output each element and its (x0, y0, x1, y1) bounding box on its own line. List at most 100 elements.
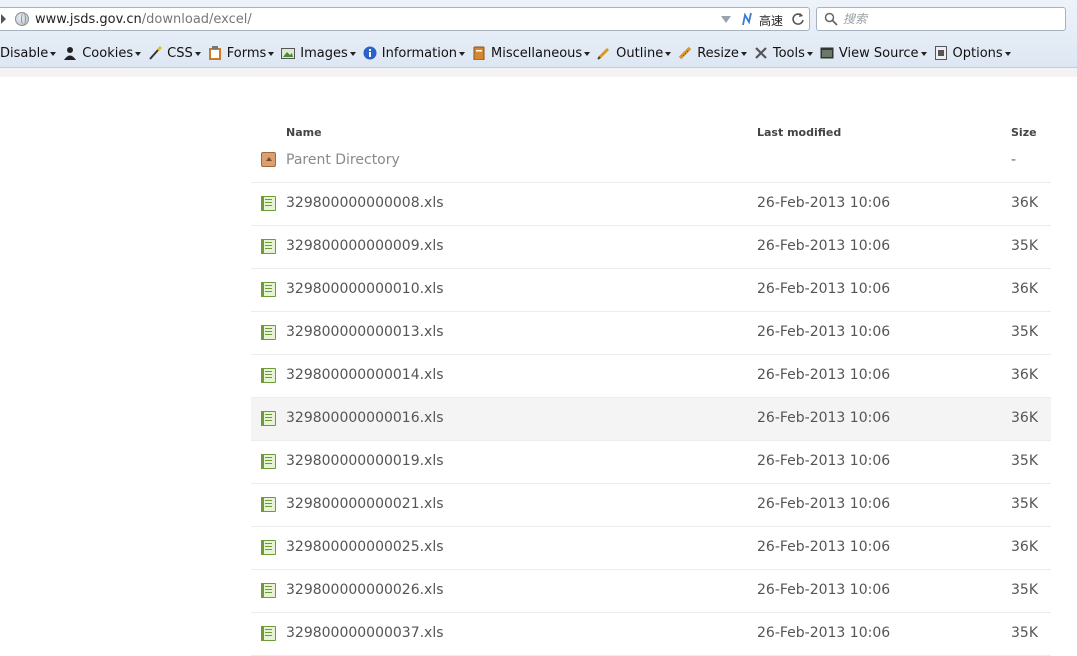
back-arrow-icon[interactable] (1, 14, 6, 24)
tools-icon (755, 47, 767, 59)
web-developer-toolbar: Disable Cookies CSS Forms Images Informa… (0, 42, 1018, 64)
search-icon (824, 12, 838, 26)
file-link[interactable]: 329800000000008.xls (286, 195, 444, 211)
file-modified: 26-Feb-2013 10:06 (757, 539, 891, 555)
file-size: 36K (1011, 195, 1038, 211)
file-modified: 26-Feb-2013 10:06 (757, 453, 891, 469)
address-url[interactable]: www.jsds.gov.cn/download/excel/ (35, 12, 252, 27)
toolbar-cookies[interactable]: Cookies (63, 45, 142, 61)
dropdown-arrow-icon (1004, 52, 1011, 56)
pencil-icon (597, 47, 610, 60)
file-row[interactable]: 329800000000008.xls 26-Feb-2013 10:06 36… (251, 183, 1051, 226)
file-link[interactable]: 329800000000037.xls (286, 625, 444, 641)
file-link[interactable]: 329800000000026.xls (286, 582, 444, 598)
toolbar-resize-label: Resize (697, 45, 739, 61)
spreadsheet-file-icon (261, 325, 276, 340)
reload-icon[interactable] (791, 12, 805, 26)
toolbar-tools[interactable]: Tools (754, 46, 813, 61)
toolbar-css-label: CSS (167, 45, 193, 61)
file-row[interactable]: 329800000000009.xls 26-Feb-2013 10:06 35… (251, 226, 1051, 269)
search-input[interactable] (843, 10, 1058, 28)
file-link[interactable]: 329800000000025.xls (286, 539, 444, 555)
spreadsheet-file-icon (261, 239, 276, 254)
parent-directory-row[interactable]: Parent Directory - (251, 148, 1051, 183)
file-modified: 26-Feb-2013 10:06 (757, 496, 891, 512)
dropdown-arrow-icon (135, 52, 142, 56)
file-link[interactable]: 329800000000016.xls (286, 410, 444, 426)
toolbar-options[interactable]: Options (934, 46, 1011, 61)
file-row[interactable]: 329800000000026.xls 26-Feb-2013 10:06 35… (251, 570, 1051, 613)
options-icon (934, 46, 947, 60)
file-modified: 26-Feb-2013 10:06 (757, 195, 891, 211)
toolbar-view-source[interactable]: View Source (820, 46, 927, 61)
image-icon (281, 48, 296, 59)
file-link[interactable]: 329800000000014.xls (286, 367, 444, 383)
misc-icon (473, 46, 485, 60)
file-link[interactable]: 329800000000019.xls (286, 453, 444, 469)
spreadsheet-file-icon (261, 454, 276, 469)
folder-up-icon (261, 152, 276, 167)
toolbar-miscellaneous[interactable]: Miscellaneous (472, 46, 591, 61)
dropdown-arrow-icon (584, 52, 591, 56)
spreadsheet-file-icon (261, 540, 276, 555)
globe-icon (15, 12, 29, 26)
file-row[interactable]: 329800000000010.xls 26-Feb-2013 10:06 36… (251, 269, 1051, 312)
spreadsheet-file-icon (261, 368, 276, 383)
toolbar-outline[interactable]: Outline (597, 45, 672, 61)
file-size: 36K (1011, 410, 1038, 426)
file-link[interactable]: 329800000000021.xls (286, 496, 444, 512)
file-modified: 26-Feb-2013 10:06 (757, 410, 891, 426)
toolbar-forms-label: Forms (226, 45, 267, 61)
column-modified-header[interactable]: Last modified (757, 126, 841, 139)
file-row-hovered[interactable]: 329800000000016.xls 26-Feb-2013 10:06 36… (251, 398, 1051, 441)
spreadsheet-file-icon (261, 626, 276, 641)
dropdown-arrow-icon (50, 52, 57, 56)
toolbar-css[interactable]: CSS (148, 46, 201, 61)
toolbar-outline-label: Outline (616, 45, 664, 61)
source-icon (820, 47, 834, 59)
ruler-icon (678, 46, 692, 60)
file-row[interactable]: 329800000000021.xls 26-Feb-2013 10:06 35… (251, 484, 1051, 527)
toolbar-images-label: Images (300, 45, 348, 61)
toolbar-forms[interactable]: Forms (208, 46, 275, 61)
file-link[interactable]: 329800000000013.xls (286, 324, 444, 340)
url-dropdown-icon[interactable] (721, 16, 731, 23)
toolbar-disable-label: Disable (0, 45, 49, 61)
dropdown-arrow-icon (740, 52, 747, 56)
file-size: 36K (1011, 539, 1038, 555)
file-row[interactable]: 329800000000013.xls 26-Feb-2013 10:06 35… (251, 312, 1051, 355)
toolbar-information[interactable]: Information (363, 46, 466, 61)
file-modified: 26-Feb-2013 10:06 (757, 625, 891, 641)
search-bar[interactable] (816, 7, 1066, 31)
file-row[interactable]: 329800000000037.xls 26-Feb-2013 10:06 35… (251, 613, 1051, 656)
file-link[interactable]: 329800000000010.xls (286, 281, 444, 297)
directory-listing: Name Last modified Size Parent Directory… (251, 118, 1051, 656)
column-name-header[interactable]: Name (286, 126, 322, 139)
info-icon (363, 46, 377, 60)
file-size: 35K (1011, 238, 1038, 254)
address-bar[interactable]: www.jsds.gov.cn/download/excel/ 高速 (0, 7, 810, 31)
toolbar-cookies-label: Cookies (82, 45, 134, 61)
spreadsheet-file-icon (261, 282, 276, 297)
file-modified: 26-Feb-2013 10:06 (757, 367, 891, 383)
file-row[interactable]: 329800000000014.xls 26-Feb-2013 10:06 36… (251, 355, 1051, 398)
toolbar-resize[interactable]: Resize (678, 46, 747, 61)
toolbar-disable[interactable]: Disable (0, 45, 57, 61)
file-size: 35K (1011, 324, 1038, 340)
speed-mode-icon[interactable] (740, 11, 754, 27)
file-size: 36K (1011, 281, 1038, 297)
file-row[interactable]: 329800000000019.xls 26-Feb-2013 10:06 35… (251, 441, 1051, 484)
speed-mode-label[interactable]: 高速 (759, 12, 783, 29)
column-size-header[interactable]: Size (1011, 126, 1037, 139)
file-row[interactable]: 329800000000025.xls 26-Feb-2013 10:06 36… (251, 527, 1051, 570)
spreadsheet-file-icon (261, 497, 276, 512)
file-size: 35K (1011, 582, 1038, 598)
toolbar-images[interactable]: Images (281, 46, 356, 61)
url-host: www.jsds.gov.cn (35, 12, 142, 27)
file-link[interactable]: 329800000000009.xls (286, 238, 444, 254)
file-size: 35K (1011, 625, 1038, 641)
clipboard-icon (208, 46, 221, 60)
toolbar-divider-strip (0, 68, 1077, 77)
spreadsheet-file-icon (261, 196, 276, 211)
parent-directory-link[interactable]: Parent Directory (286, 152, 400, 168)
